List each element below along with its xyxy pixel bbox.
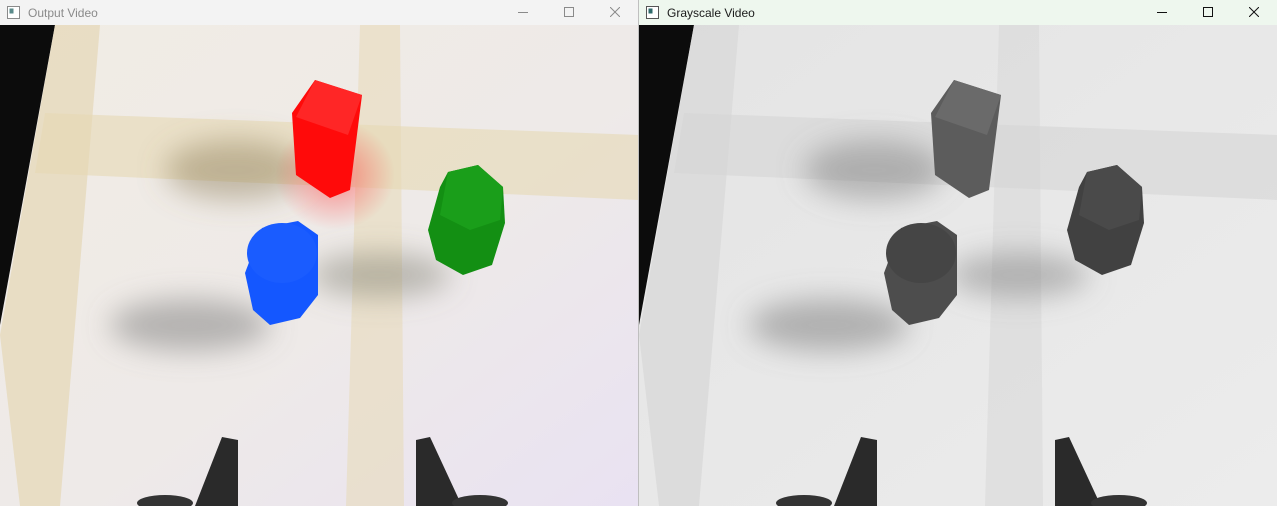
app-window-icon	[646, 6, 659, 19]
minimize-button[interactable]	[500, 0, 546, 25]
video-frame	[0, 25, 638, 506]
color-video-image	[0, 25, 638, 506]
minimize-button[interactable]	[1139, 0, 1185, 25]
close-button[interactable]	[1231, 0, 1277, 25]
output-video-window: Output Video	[0, 0, 638, 506]
maximize-button[interactable]	[546, 0, 592, 25]
title-bar[interactable]: Grayscale Video	[639, 0, 1277, 25]
window-title: Grayscale Video	[667, 5, 755, 20]
maximize-button[interactable]	[1185, 0, 1231, 25]
maximize-icon	[1203, 4, 1213, 22]
window-title: Output Video	[28, 5, 98, 20]
video-frame	[639, 25, 1277, 506]
minimize-icon	[518, 4, 528, 22]
close-icon	[1248, 4, 1260, 22]
close-button[interactable]	[592, 0, 638, 25]
app-window-icon	[7, 6, 20, 19]
minimize-icon	[1157, 4, 1167, 22]
grayscale-video-window: Grayscale Video	[638, 0, 1277, 506]
grayscale-video-image	[639, 25, 1277, 506]
maximize-icon	[564, 4, 574, 22]
title-bar[interactable]: Output Video	[0, 0, 638, 25]
close-icon	[609, 4, 621, 22]
